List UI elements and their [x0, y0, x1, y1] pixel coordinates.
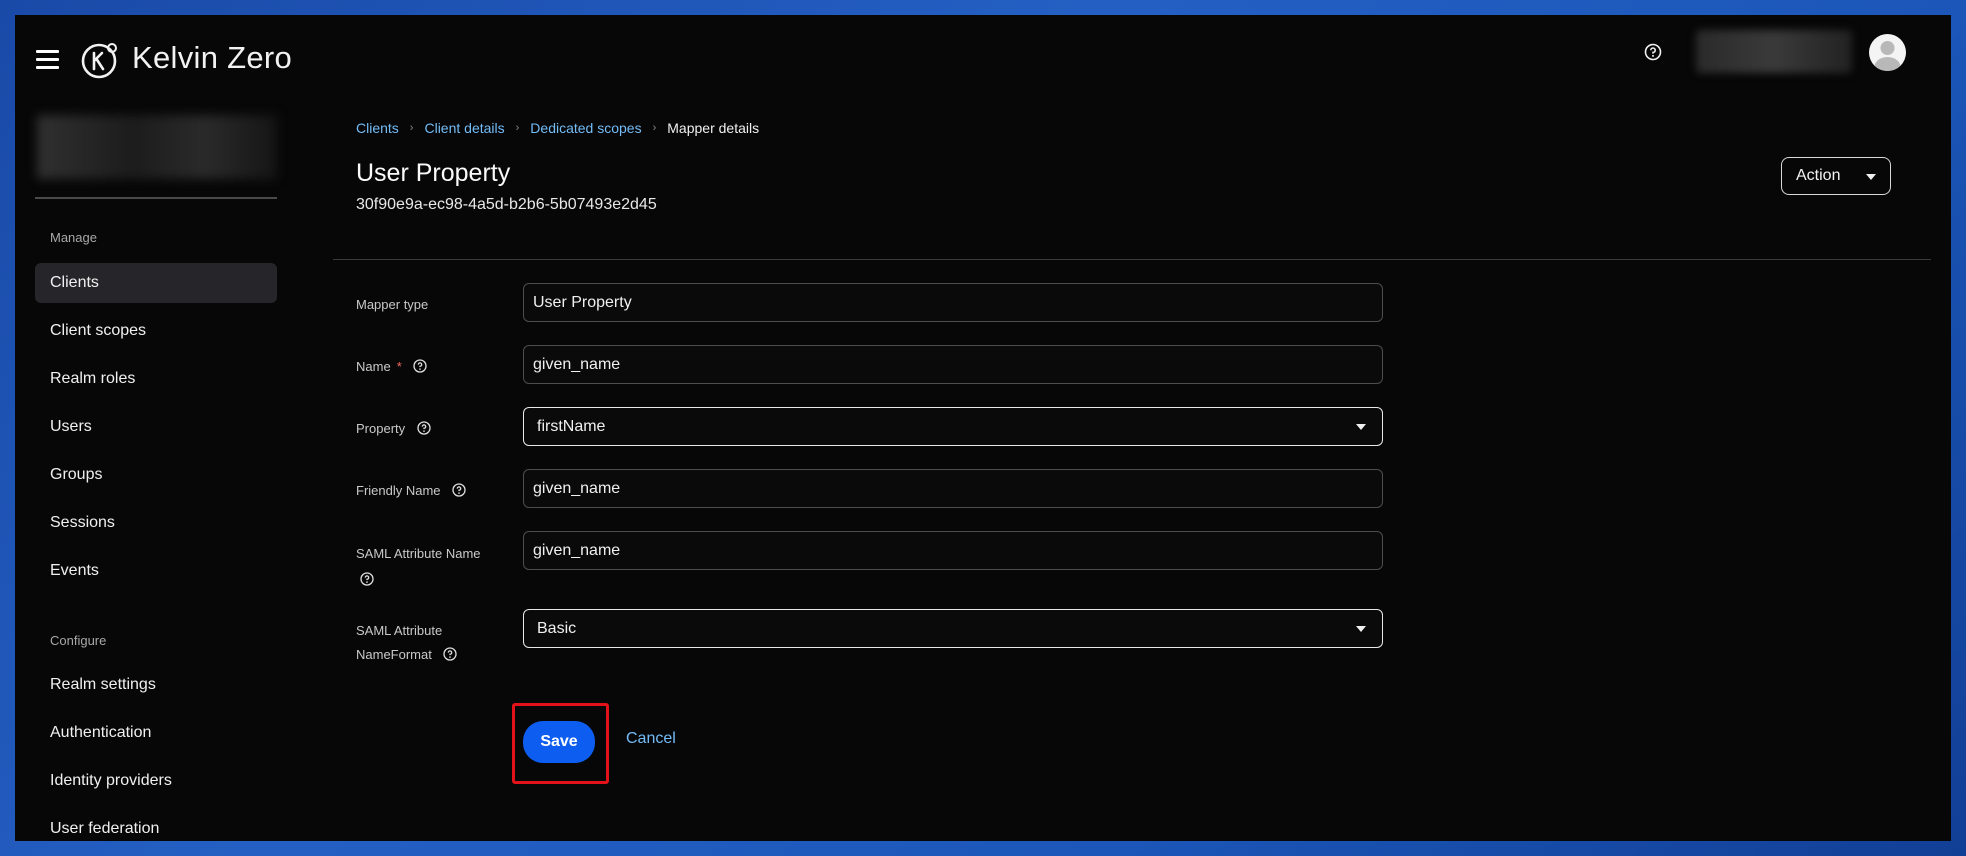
- mapper-type-label-text: Mapper type: [356, 297, 429, 312]
- sidebar-item-groups[interactable]: Groups: [35, 455, 277, 495]
- saml-nameformat-label-line2: NameFormat: [356, 647, 432, 662]
- manage-heading: Manage: [50, 230, 97, 245]
- help-circle-icon[interactable]: [443, 647, 458, 661]
- saml-nameformat-select-value: Basic: [537, 620, 577, 637]
- name-input[interactable]: given_name: [523, 345, 1383, 384]
- sidebar-item-events[interactable]: Events: [35, 551, 277, 591]
- property-label: Property: [356, 417, 431, 441]
- property-label-text: Property: [356, 421, 406, 436]
- help-circle-icon[interactable]: [360, 572, 374, 586]
- sidebar-item-user-federation[interactable]: User federation: [35, 809, 277, 841]
- help-circle-icon[interactable]: [452, 483, 466, 497]
- chevron-right-icon: ›: [409, 122, 414, 134]
- sidebar-item-sessions[interactable]: Sessions: [35, 503, 277, 543]
- sidebar-item-identity-providers[interactable]: Identity providers: [35, 761, 277, 801]
- property-select[interactable]: firstName: [523, 407, 1383, 446]
- save-button[interactable]: Save: [523, 721, 595, 763]
- breadcrumb-client-details[interactable]: Client details: [424, 120, 504, 136]
- chevron-right-icon: ›: [515, 122, 520, 134]
- chevron-right-icon: ›: [652, 122, 657, 134]
- kelvin-zero-logo-icon: [81, 43, 117, 79]
- page-title: User Property: [356, 159, 511, 187]
- required-mark: *: [396, 359, 402, 374]
- sidebar-item-users[interactable]: Users: [35, 407, 277, 447]
- sidebar: Manage Clients Client scopes Realm roles…: [15, 105, 277, 841]
- action-label: Action: [1796, 167, 1841, 184]
- mapper-id: 30f90e9a-ec98-4a5d-b2b6-5b07493e2d45: [356, 196, 657, 213]
- section-divider: [333, 259, 1931, 260]
- saml-nameformat-label: SAML Attribute NameFormat: [356, 619, 458, 667]
- friendly-name-label-text: Friendly Name: [356, 483, 441, 498]
- saml-nameformat-select[interactable]: Basic: [523, 609, 1383, 648]
- sidebar-item-realm-roles[interactable]: Realm roles: [35, 359, 277, 399]
- saml-attribute-name-label-text: SAML Attribute Name: [356, 546, 481, 561]
- mapper-type-field: User Property: [523, 283, 1383, 322]
- saml-nameformat-label-line1: SAML Attribute: [356, 623, 443, 638]
- breadcrumb: Clients › Client details › Dedicated sco…: [356, 120, 759, 136]
- name-label: Name *: [356, 355, 428, 379]
- user-menu[interactable]: [1696, 30, 1852, 73]
- help-circle-icon[interactable]: [417, 421, 431, 435]
- user-avatar-icon[interactable]: [1869, 34, 1906, 71]
- breadcrumb-dedicated-scopes[interactable]: Dedicated scopes: [530, 120, 641, 136]
- cancel-button[interactable]: Cancel: [626, 730, 676, 748]
- breadcrumb-current: Mapper details: [667, 120, 760, 136]
- configure-heading: Configure: [50, 633, 107, 648]
- property-select-value: firstName: [537, 418, 606, 435]
- friendly-name-label: Friendly Name: [356, 479, 466, 503]
- breadcrumb-clients[interactable]: Clients: [356, 120, 399, 136]
- mapper-type-label: Mapper type: [356, 293, 428, 317]
- app-window: Kelvin Zero Manage Clients Client scopes…: [15, 15, 1951, 841]
- name-label-text: Name: [356, 359, 391, 374]
- sidebar-item-clients[interactable]: Clients: [35, 263, 277, 303]
- friendly-name-input[interactable]: given_name: [523, 469, 1383, 508]
- sidebar-item-authentication[interactable]: Authentication: [35, 713, 277, 753]
- caret-down-icon: [1356, 424, 1366, 430]
- sidebar-item-client-scopes[interactable]: Client scopes: [35, 311, 277, 351]
- realm-divider: [35, 197, 277, 199]
- help-circle-icon[interactable]: [413, 359, 428, 373]
- help-circle-icon[interactable]: [1644, 43, 1662, 61]
- top-bar: Kelvin Zero: [15, 15, 1951, 105]
- caret-down-icon: [1866, 174, 1876, 180]
- realm-selector[interactable]: [37, 115, 277, 179]
- hamburger-menu-icon[interactable]: [36, 50, 59, 69]
- brand-name: Kelvin Zero: [132, 40, 293, 75]
- caret-down-icon: [1356, 626, 1366, 632]
- sidebar-item-realm-settings[interactable]: Realm settings: [35, 665, 277, 705]
- action-dropdown-button[interactable]: Action: [1781, 157, 1891, 195]
- saml-attribute-name-input[interactable]: given_name: [523, 531, 1383, 570]
- saml-attribute-name-label: SAML Attribute Name: [356, 541, 481, 593]
